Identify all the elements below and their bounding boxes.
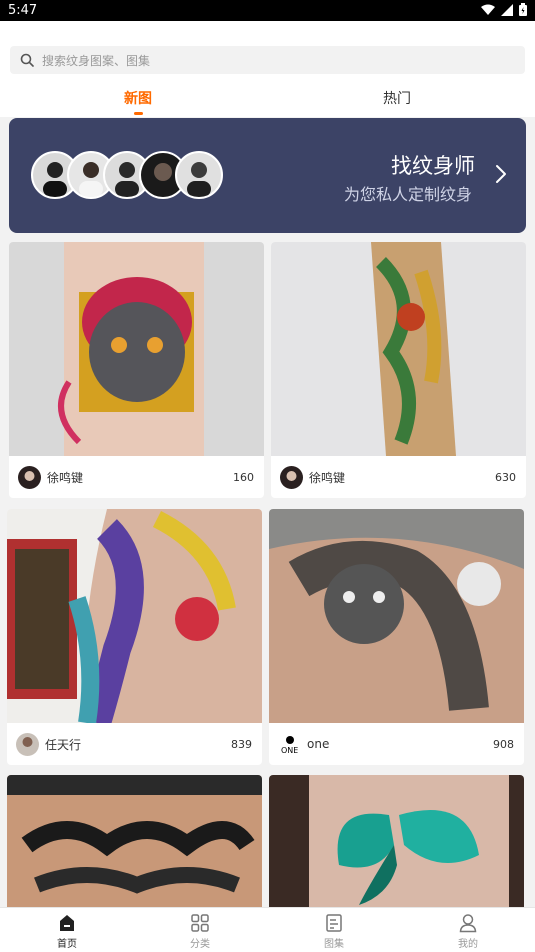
card-meta: 任天行 839 [7, 723, 262, 765]
banner-title: 找纹身师 [391, 154, 475, 178]
status-bar: 5:47 [0, 0, 535, 21]
tab-indicator [134, 112, 143, 115]
tattoo-image [271, 242, 526, 456]
tattoo-card[interactable]: 徐鸣键 160 [9, 242, 264, 498]
tattoo-card[interactable]: ONE one 908 [269, 509, 524, 765]
nav-label: 图集 [324, 939, 344, 950]
avatar: ONE [278, 732, 301, 756]
nav-label: 首页 [57, 939, 77, 950]
nav-item-album[interactable]: 图集 [294, 910, 374, 950]
album-icon [326, 914, 342, 932]
author-name: one [307, 737, 330, 751]
card-meta: 徐鸣键 160 [9, 456, 264, 498]
battery-icon [519, 3, 527, 16]
status-time: 5:47 [8, 3, 38, 18]
svg-text:ONE: ONE [281, 746, 298, 755]
view-count: 908 [493, 737, 514, 751]
view-count: 160 [233, 470, 254, 484]
user-icon [459, 914, 477, 933]
header: 搜索纹身图案、图集 新图 热门 [0, 21, 535, 117]
nav-item-home[interactable]: 首页 [27, 910, 107, 950]
find-artist-banner[interactable]: 找纹身师 为您私人定制纹身 [9, 118, 526, 233]
author-name: 徐鸣键 [309, 470, 346, 485]
tattoo-image [7, 775, 262, 915]
card-meta: 徐鸣键 630 [271, 456, 526, 498]
tattoo-card[interactable] [269, 775, 524, 915]
avatar [175, 151, 223, 199]
view-count: 839 [231, 737, 252, 751]
tattoo-image [269, 509, 524, 723]
search-bar[interactable]: 搜索纹身图案、图集 [10, 46, 525, 74]
wifi-icon [481, 4, 495, 15]
status-icons [481, 3, 527, 16]
nav-label: 我的 [458, 939, 478, 950]
banner-subtitle: 为您私人定制纹身 [344, 185, 473, 204]
author-name: 徐鸣键 [47, 470, 84, 485]
tattoo-card[interactable] [7, 775, 262, 915]
card-meta: ONE one 908 [269, 723, 524, 765]
nav-item-category[interactable]: 分类 [160, 910, 240, 950]
tattoo-card[interactable]: 任天行 839 [7, 509, 262, 765]
avatar [16, 732, 39, 756]
signal-icon [501, 3, 513, 16]
tab-new[interactable]: 新图 [124, 88, 152, 108]
search-icon [20, 53, 34, 67]
tab-bar: 新图 热门 [0, 84, 535, 117]
nav-item-me[interactable]: 我的 [428, 910, 508, 950]
avatar [280, 465, 303, 489]
home-icon [60, 915, 74, 931]
search-input[interactable]: 搜索纹身图案、图集 [42, 52, 150, 69]
tab-hot[interactable]: 热门 [383, 88, 411, 108]
grid-icon [191, 914, 209, 932]
author-name: 任天行 [45, 737, 82, 752]
tattoo-card[interactable]: 徐鸣键 630 [271, 242, 526, 498]
bottom-nav: 首页 分类 图集 我的 [0, 907, 535, 952]
tattoo-image [7, 509, 262, 723]
avatar [18, 465, 41, 489]
chevron-right-icon [496, 165, 506, 183]
view-count: 630 [495, 470, 516, 484]
tattoo-image [269, 775, 524, 915]
tattoo-image [9, 242, 264, 456]
nav-label: 分类 [190, 939, 210, 950]
